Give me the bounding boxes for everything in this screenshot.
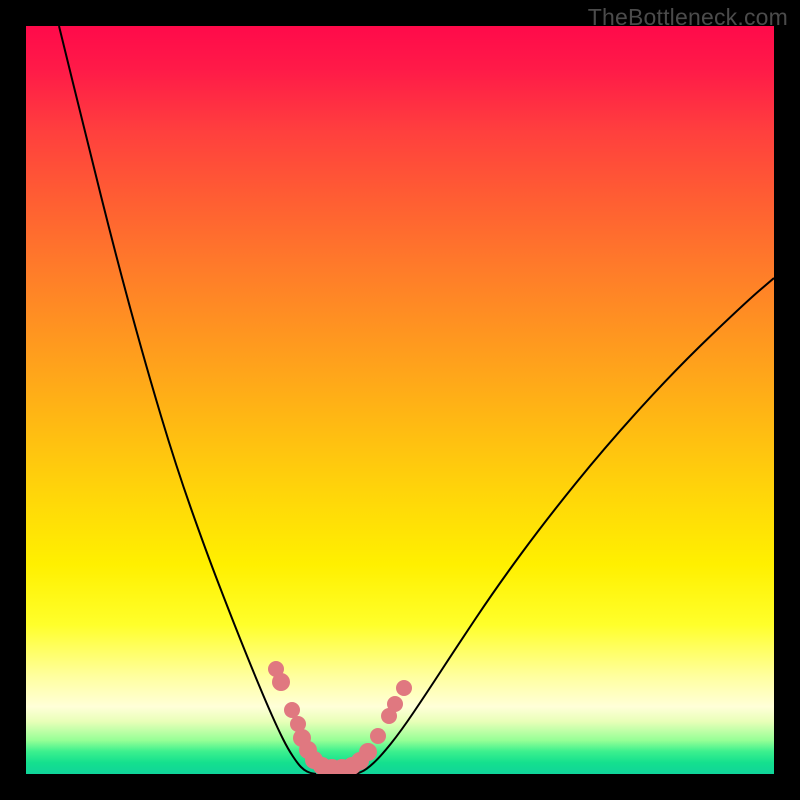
right-curve <box>356 278 774 774</box>
markers <box>268 661 412 774</box>
plot-area <box>26 26 774 774</box>
marker-dot <box>359 743 377 761</box>
marker-dot <box>370 728 386 744</box>
watermark-text: TheBottleneck.com <box>588 4 788 31</box>
marker-dot <box>284 702 300 718</box>
chart-frame: TheBottleneck.com <box>0 0 800 800</box>
marker-dot <box>396 680 412 696</box>
marker-dot <box>272 673 290 691</box>
marker-dot <box>387 696 403 712</box>
right-curve <box>356 278 774 774</box>
chart-svg <box>26 26 774 774</box>
